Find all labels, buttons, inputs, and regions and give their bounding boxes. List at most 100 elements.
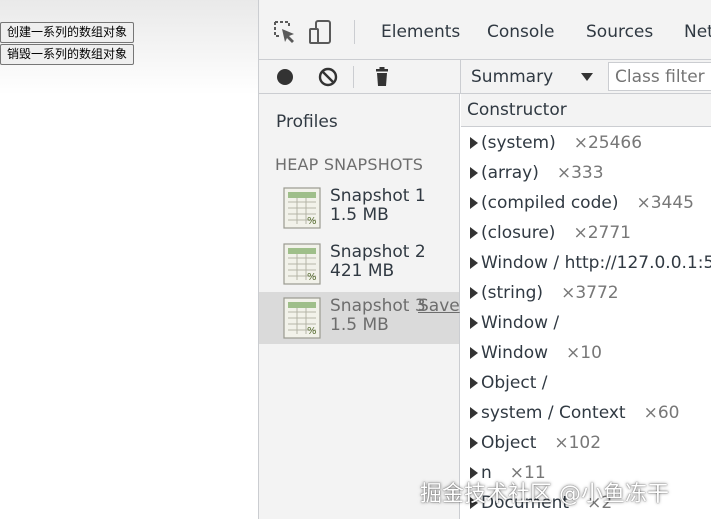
record-icon[interactable] — [271, 63, 299, 91]
row-content: (string) ×3772 — [481, 283, 619, 303]
row-content: Window ×10 — [481, 343, 602, 363]
constructor-name: Document — [481, 493, 570, 513]
instance-count: ×2 — [587, 493, 613, 513]
constructor-name: (compiled code) — [481, 193, 619, 213]
expand-arrow-icon[interactable] — [470, 467, 478, 479]
snapshot-item-selected[interactable]: % Snapshot 3 Save 1.5 MB — [259, 292, 460, 344]
instance-count: ×2771 — [573, 223, 631, 243]
snapshot-size: 1.5 MB — [330, 315, 389, 335]
table-row[interactable]: n ×11 — [461, 458, 711, 488]
table-row[interactable]: (system) ×25466 — [461, 128, 711, 158]
expand-arrow-icon[interactable] — [470, 407, 478, 419]
instance-count: ×102 — [554, 433, 602, 453]
constructor-name: (string) — [481, 283, 544, 303]
table-row[interactable]: Object ×102 — [461, 428, 711, 458]
expand-arrow-icon[interactable] — [470, 437, 478, 449]
expand-arrow-icon[interactable] — [470, 347, 478, 359]
snapshot-title: Snapshot 3 — [330, 296, 426, 316]
snapshot-title: Snapshot 1 — [330, 186, 426, 206]
table-row[interactable]: Object / — [461, 368, 711, 398]
table-row[interactable]: (closure) ×2771 — [461, 218, 711, 248]
expand-arrow-icon[interactable] — [470, 197, 478, 209]
constructor-name: Object / — [481, 373, 548, 393]
tab-elements[interactable]: Elements — [381, 22, 460, 42]
expand-arrow-icon[interactable] — [470, 287, 478, 299]
web-page: 创建一系列的数组对象 销毁一系列的数组对象 — [0, 0, 258, 519]
row-content: (compiled code) ×3445 — [481, 193, 694, 213]
create-arrays-button[interactable]: 创建一系列的数组对象 — [0, 22, 135, 43]
instance-count: ×333 — [556, 163, 604, 183]
table-row[interactable]: Window ×10 — [461, 338, 711, 368]
table-row[interactable]: Window / http://127.0.0.1:550 — [461, 248, 711, 278]
table-row[interactable]: (array) ×333 — [461, 158, 711, 188]
row-content: Window / http://127.0.0.1:550 — [481, 253, 711, 273]
expand-arrow-icon[interactable] — [470, 497, 478, 509]
expand-arrow-icon[interactable] — [470, 167, 478, 179]
row-content: Document ×2 — [481, 493, 612, 513]
screenshot-root: 创建一系列的数组对象 销毁一系列的数组对象 Elements Console S… — [0, 0, 711, 519]
row-content: Object ×102 — [481, 433, 601, 453]
devtools-tabbar: Elements Console Sources Net — [259, 0, 711, 60]
table-row[interactable]: (compiled code) ×3445 — [461, 188, 711, 218]
constructor-name: Window — [481, 343, 549, 363]
constructor-column-header[interactable]: Constructor — [461, 94, 711, 127]
snapshot-item[interactable]: % Snapshot 1 1.5 MB — [259, 182, 459, 234]
row-content: (array) ×333 — [481, 163, 604, 183]
heap-snapshot-icon: % — [283, 243, 321, 285]
toolbar-separator — [460, 60, 461, 94]
sidebar-section-heading: HEAP SNAPSHOTS — [275, 155, 424, 174]
tab-network[interactable]: Net — [684, 22, 711, 42]
row-content: n ×11 — [481, 463, 546, 483]
constructor-name: n — [481, 463, 492, 483]
profiler-toolbar: Summary — [259, 60, 711, 94]
expand-arrow-icon[interactable] — [470, 257, 478, 269]
constructor-list: Constructor (system) ×25466 (array) ×333 (co… — [461, 94, 711, 519]
snapshot-item[interactable]: % Snapshot 2 421 MB — [259, 238, 459, 290]
class-filter-input[interactable] — [608, 62, 711, 91]
tab-sources[interactable]: Sources — [586, 22, 653, 42]
heap-snapshot-icon: % — [283, 187, 321, 229]
constructor-name: Window / http://127.0.0.1:550 — [481, 253, 711, 273]
expand-arrow-icon[interactable] — [470, 137, 478, 149]
row-content: (system) ×25466 — [481, 133, 642, 153]
row-content: Window / — [481, 313, 577, 333]
expand-arrow-icon[interactable] — [470, 227, 478, 239]
column-header-label: Constructor — [467, 100, 567, 120]
sidebar-title: Profiles — [276, 112, 338, 132]
table-row[interactable]: system / Context ×60 — [461, 398, 711, 428]
expand-arrow-icon[interactable] — [470, 317, 478, 329]
constructor-name: Object — [481, 433, 537, 453]
svg-text:%: % — [307, 326, 317, 337]
instance-count: ×11 — [509, 463, 546, 483]
instance-count: ×25466 — [573, 133, 643, 153]
instance-count: ×3772 — [561, 283, 619, 303]
row-content: (closure) ×2771 — [481, 223, 631, 243]
dropdown-arrow-icon[interactable] — [581, 73, 593, 81]
constructor-name: (system) — [481, 133, 556, 153]
row-content: Object / — [481, 373, 566, 393]
device-toolbar-icon[interactable] — [307, 18, 335, 46]
save-snapshot-link[interactable]: Save — [418, 296, 460, 316]
instance-count: ×3445 — [636, 193, 694, 213]
tab-divider — [354, 20, 355, 44]
trash-icon[interactable] — [368, 63, 396, 91]
profiles-sidebar: Profiles HEAP SNAPSHOTS % Snapshot 1 1.5… — [259, 94, 460, 519]
snapshot-title: Snapshot 2 — [330, 242, 426, 262]
inspect-element-icon[interactable] — [271, 18, 299, 46]
tab-console[interactable]: Console — [487, 22, 555, 42]
svg-text:%: % — [307, 272, 317, 283]
row-content: system / Context ×60 — [481, 403, 679, 423]
devtools-panel: Elements Console Sources Net Summary Cla… — [258, 0, 711, 519]
table-row[interactable]: (string) ×3772 — [461, 278, 711, 308]
constructor-name: Window / — [481, 313, 560, 333]
destroy-arrays-button[interactable]: 销毁一系列的数组对象 — [0, 44, 135, 65]
table-row[interactable]: Document ×2 — [461, 488, 711, 518]
snapshot-size: 421 MB — [330, 261, 395, 281]
table-row[interactable]: Window / — [461, 308, 711, 338]
svg-text:%: % — [307, 216, 317, 227]
clear-icon[interactable] — [314, 63, 342, 91]
instance-count: ×10 — [566, 343, 602, 363]
instance-count: ×60 — [643, 403, 680, 423]
constructor-name: (closure) — [481, 223, 556, 243]
expand-arrow-icon[interactable] — [470, 377, 478, 389]
